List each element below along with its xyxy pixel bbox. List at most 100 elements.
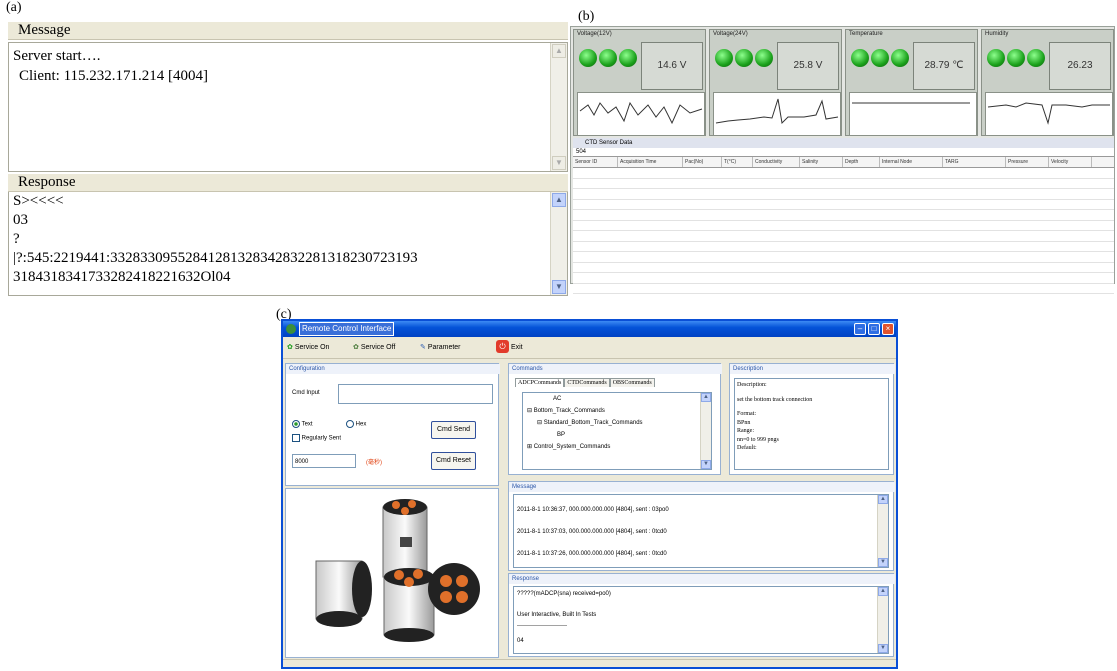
interval-unit: (毫秒) <box>366 460 382 466</box>
label-b: (b) <box>578 9 595 24</box>
message-line: Server start…. <box>13 48 101 64</box>
cmd-send-button[interactable]: Cmd Send <box>431 421 476 439</box>
column-header[interactable]: Acquisition Time <box>618 157 683 167</box>
scroll-up-icon[interactable]: ▲ <box>878 587 888 596</box>
message-log[interactable]: 2011-8-1 10:36:37, 000.000.000.000 [4804… <box>513 494 889 568</box>
cmd-input-field[interactable] <box>338 384 493 404</box>
message-scrollbar[interactable]: ▲ ▼ <box>550 43 567 171</box>
power-icon: ⏻ <box>496 340 509 353</box>
table-row[interactable] <box>573 231 1114 242</box>
scroll-up-icon[interactable]: ▲ <box>701 393 711 402</box>
response-scrollbar[interactable]: ▲ ▼ <box>877 587 888 653</box>
sensor-table[interactable]: Sensor ID Acquisition Time Pac(No) T(°C) Con… <box>573 156 1114 294</box>
interval-input[interactable]: 8000 <box>292 454 356 468</box>
table-row[interactable] <box>573 179 1114 189</box>
table-row[interactable] <box>573 273 1114 284</box>
column-header[interactable]: TARG <box>943 157 1006 167</box>
response-line: 3184318341733282418221632Ol04 <box>13 269 231 285</box>
tree-scrollbar[interactable]: ▲ ▼ <box>700 393 711 469</box>
tree-item[interactable]: ⊟ Standard_Bottom_Track_Commands <box>523 417 711 429</box>
response-log[interactable]: ?????(mADCP(sna) received=po0) User Inte… <box>513 586 889 654</box>
status-bar <box>283 659 896 667</box>
regularly-sent-checkbox[interactable]: Regularly Sent <box>292 434 341 442</box>
service-off-label: Service Off <box>360 344 396 351</box>
gauge-title: Humidity <box>985 31 1009 37</box>
response-line: User Interactive, Built In Tests <box>517 612 597 618</box>
column-header[interactable]: Pac(No) <box>683 157 722 167</box>
tree-item[interactable]: BP <box>523 429 711 441</box>
cmd-reset-button[interactable]: Cmd Reset <box>431 452 476 470</box>
trend-plot <box>985 92 1113 136</box>
column-header[interactable]: Pressure <box>1006 157 1049 167</box>
message-scrollbar[interactable]: ▲ ▼ <box>877 495 888 567</box>
table-row[interactable] <box>573 284 1114 294</box>
column-header[interactable]: Depth <box>843 157 880 167</box>
response-scrollbar[interactable]: ▲ ▼ <box>550 192 567 295</box>
table-row[interactable] <box>573 242 1114 252</box>
minimize-icon[interactable]: – <box>854 323 866 335</box>
close-icon[interactable]: × <box>882 323 894 335</box>
tab-obs-commands[interactable]: OBSCommands <box>609 378 655 387</box>
response-line: 03 <box>13 212 28 228</box>
expand-icon[interactable]: ⊟ <box>537 420 542 426</box>
column-header[interactable]: Salinity <box>800 157 843 167</box>
table-row[interactable] <box>573 252 1114 263</box>
configuration-title: Configuration <box>286 364 500 374</box>
column-header[interactable]: Conductivity <box>753 157 800 167</box>
message-box[interactable]: Server start…. Client: 115.232.171.214 [… <box>8 42 568 172</box>
scroll-up-icon[interactable]: ▲ <box>878 495 888 504</box>
radio-text[interactable]: Text <box>292 420 313 428</box>
table-row[interactable] <box>573 168 1114 179</box>
tree-item[interactable]: ⊞ Control_System_Commands <box>523 441 711 453</box>
column-header[interactable]: Velocity <box>1049 157 1092 167</box>
scroll-down-icon[interactable]: ▼ <box>878 644 888 653</box>
scroll-up-icon[interactable]: ▲ <box>552 44 566 58</box>
description-line: Description: <box>737 382 767 388</box>
tab-ctd-commands[interactable]: CTDCommands <box>564 378 610 387</box>
status-led-icon <box>1027 49 1045 67</box>
service-off-icon: ✿ <box>353 344 359 351</box>
table-row[interactable] <box>573 200 1114 210</box>
scroll-down-icon[interactable]: ▼ <box>878 558 888 567</box>
tree-item[interactable]: ⊟ Bottom_Track_Commands <box>523 405 711 417</box>
exit-button[interactable]: ⏻ Exit <box>496 339 523 357</box>
response-line: |?:545:2219441:3328330955284128132834283… <box>13 250 418 266</box>
tab-adcp-commands[interactable]: ADCPCommands <box>515 378 565 387</box>
message-line: 2011-8-1 10:37:26, 000.000.000.000 [4804… <box>517 551 667 557</box>
column-header[interactable]: T(°C) <box>722 157 753 167</box>
response-box[interactable]: S><<<< 03 ? |?:545:2219441:3328330955284… <box>8 192 568 296</box>
table-row[interactable] <box>573 189 1114 200</box>
cmd-input-label: Cmd Input <box>292 390 320 396</box>
column-header[interactable]: Sensor ID <box>573 157 618 167</box>
scroll-up-icon[interactable]: ▲ <box>552 193 566 207</box>
scroll-down-icon[interactable]: ▼ <box>552 280 566 294</box>
expand-icon[interactable]: ⊟ <box>527 408 532 414</box>
gauge-title: Voltage(24V) <box>713 31 748 37</box>
column-header[interactable]: Internal Node <box>880 157 943 167</box>
status-led-icon <box>599 49 617 67</box>
table-row[interactable] <box>573 210 1114 221</box>
parameter-button[interactable]: ✎ Parameter <box>420 339 461 357</box>
description-group: Description Description: set the bottom … <box>729 363 895 475</box>
expand-icon[interactable]: ⊞ <box>527 444 532 450</box>
maximize-icon[interactable]: □ <box>868 323 880 335</box>
table-tab[interactable]: CTD Sensor Data <box>573 138 1114 148</box>
service-on-button[interactable]: ✿ Service On <box>287 339 329 357</box>
panel-a: Message Server start…. Client: 115.232.1… <box>8 22 568 296</box>
message-line: Client: 115.232.171.214 [4004] <box>19 68 209 84</box>
label-a: (a) <box>6 0 22 15</box>
table-row[interactable] <box>573 221 1114 231</box>
service-off-button[interactable]: ✿ Service Off <box>353 339 395 357</box>
scroll-down-icon[interactable]: ▼ <box>701 460 711 469</box>
tree-item[interactable]: AC <box>523 393 711 405</box>
scroll-down-icon[interactable]: ▼ <box>552 156 566 170</box>
tree-item-label: Standard_Bottom_Track_Commands <box>543 420 643 426</box>
response-line: ? <box>13 231 20 247</box>
radio-hex[interactable]: Hex <box>346 420 366 428</box>
table-row[interactable] <box>573 263 1114 273</box>
command-tree[interactable]: AC ⊟ Bottom_Track_Commands ⊟ Standard_Bo… <box>522 392 712 470</box>
status-led-icon <box>755 49 773 67</box>
command-tabs: ADCPCommands CTDCommands OBSCommands <box>515 378 655 387</box>
table-body <box>573 168 1114 294</box>
description-line: set the bottom track connection <box>737 396 813 403</box>
